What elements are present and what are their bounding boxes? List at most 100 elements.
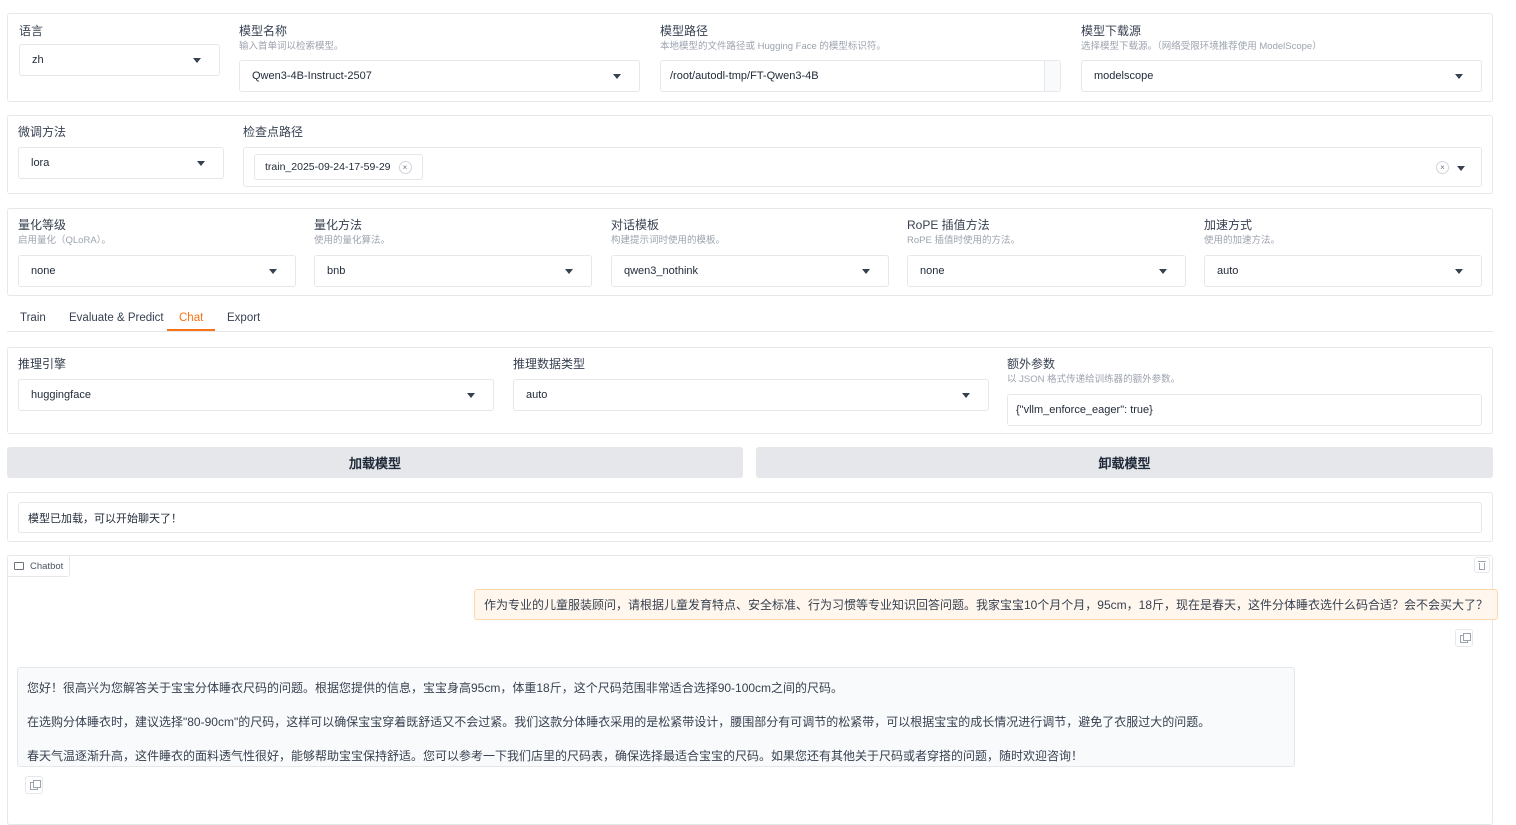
hub-label: 模型下载源 <box>1081 24 1142 38</box>
chevron-down-icon <box>467 393 475 398</box>
checkpoint-chip[interactable]: train_2025-09-24-17-59-29 × <box>254 154 423 180</box>
quant-bit-dropdown[interactable]: none <box>18 255 296 287</box>
booster-field: 加速方式 使用的加速方法。 auto <box>1204 218 1482 287</box>
chevron-down-icon <box>862 269 870 274</box>
rope-label: RoPE 插值方法 <box>907 218 990 232</box>
finetune-method-dropdown[interactable]: lora <box>18 147 224 179</box>
checkpoint-field: 检查点路径 train_2025-09-24-17-59-29 × × <box>243 125 1482 187</box>
quant-bit-value: none <box>31 265 56 277</box>
finetune-method-label: 微调方法 <box>18 125 67 139</box>
unload-model-button[interactable]: 卸载模型 <box>756 447 1493 478</box>
language-field: 语言 zh <box>19 24 220 76</box>
trash-icon[interactable] <box>1474 557 1490 573</box>
chatbot-label: Chatbot <box>30 560 64 572</box>
chatbot-label-badge: Chatbot <box>8 556 71 577</box>
chevron-down-icon <box>197 161 205 166</box>
inference-panel: 推理引擎 huggingface 推理数据类型 auto 额外参数 以 JSON… <box>7 347 1493 434</box>
infer-backend-dropdown[interactable]: huggingface <box>18 379 494 411</box>
status-text: 模型已加载，可以开始聊天了！ <box>28 512 182 525</box>
template-label: 对话模板 <box>611 218 660 232</box>
quant-method-field: 量化方法 使用的量化算法。 bnb <box>314 218 592 287</box>
quant-bit-label: 量化等级 <box>18 218 67 232</box>
chevron-down-icon <box>565 269 573 274</box>
checkpoint-multiselect[interactable]: train_2025-09-24-17-59-29 × × <box>243 147 1482 187</box>
infer-backend-field: 推理引擎 huggingface <box>18 357 494 411</box>
chevron-down-icon <box>1159 269 1167 274</box>
user-message: 作为专业的儿童服装顾问，请根据儿童发育特点、安全标准、行为习惯等专业知识回答问题… <box>473 589 1498 620</box>
quant-method-label: 量化方法 <box>314 218 363 232</box>
infer-dtype-label: 推理数据类型 <box>513 357 586 371</box>
hub-field: 模型下载源 选择模型下载源。（网络受限环境推荐使用 ModelScope） mo… <box>1081 24 1482 92</box>
extra-args-field: 额外参数 以 JSON 格式传递给训练器的额外参数。 {"vllm_enforc… <box>1007 357 1482 426</box>
booster-value: auto <box>1217 265 1239 277</box>
model-name-dropdown[interactable]: Qwen3-4B-Instruct-2507 <box>239 60 640 92</box>
main-tabs: Train Evaluate & Predict Chat Export <box>7 308 1493 332</box>
extra-args-value: {"vllm_enforce_eager": true} <box>1016 404 1153 416</box>
model-path-input[interactable]: /root/autodl-tmp/FT-Qwen3-4B <box>660 60 1061 92</box>
checkpoint-chip-label: train_2025-09-24-17-59-29 <box>265 161 391 173</box>
extra-args-input[interactable]: {"vllm_enforce_eager": true} <box>1007 394 1482 426</box>
clear-all-icon[interactable]: × <box>1436 161 1449 174</box>
model-name-label: 模型名称 <box>239 24 288 38</box>
infer-dtype-dropdown[interactable]: auto <box>513 379 989 411</box>
advanced-panel: 量化等级 启用量化（QLoRA）。 none 量化方法 使用的量化算法。 bnb… <box>7 208 1493 296</box>
tab-chat[interactable]: Chat <box>167 308 216 331</box>
load-model-button[interactable]: 加载模型 <box>7 447 743 478</box>
model-path-value: /root/autodl-tmp/FT-Qwen3-4B <box>670 70 819 82</box>
bot-message: 您好！很高兴为您解答关于宝宝分体睡衣尺码的问题。根据您提供的信息，宝宝身高95c… <box>17 667 1295 767</box>
model-path-scrollbar[interactable] <box>1044 61 1060 91</box>
chevron-down-icon <box>613 74 621 79</box>
model-path-info: 本地模型的文件路径或 Hugging Face 的模型标识符。 <box>660 41 886 52</box>
chevron-down-icon <box>193 58 201 63</box>
tab-train[interactable]: Train <box>20 308 46 330</box>
model-path-label: 模型路径 <box>660 24 709 38</box>
booster-label: 加速方式 <box>1204 218 1253 232</box>
template-field: 对话模板 构建提示词时使用的模板。 qwen3_nothink <box>611 218 889 287</box>
quant-method-value: bnb <box>327 265 346 277</box>
infer-backend-value: huggingface <box>31 389 91 401</box>
bot-message-paragraph: 春天气温逐渐升高，这件睡衣的面料透气性很好，能够帮助宝宝保持舒适。您可以参考一下… <box>27 749 1084 763</box>
bot-message-paragraph: 在选购分体睡衣时，建议选择"80-90cm"的尺码，这样可以确保宝宝穿着既舒适又… <box>27 715 1211 729</box>
quant-method-dropdown[interactable]: bnb <box>314 255 592 287</box>
infer-dtype-field: 推理数据类型 auto <box>513 357 989 411</box>
rope-dropdown[interactable]: none <box>907 255 1186 287</box>
chevron-down-icon <box>1455 74 1463 79</box>
template-value: qwen3_nothink <box>624 265 699 277</box>
infer-dtype-value: auto <box>526 389 548 401</box>
model-name-value: Qwen3-4B-Instruct-2507 <box>252 70 372 82</box>
model-settings-panel: 语言 zh 模型名称 输入首单词以检索模型。 Qwen3-4B-Instruct… <box>7 13 1493 102</box>
model-name-field: 模型名称 输入首单词以检索模型。 Qwen3-4B-Instruct-2507 <box>239 24 640 92</box>
quant-method-info: 使用的量化算法。 <box>314 235 391 246</box>
rope-value: none <box>920 265 945 277</box>
user-message-text: 作为专业的儿童服装顾问，请根据儿童发育特点、安全标准、行为习惯等专业知识回答问题… <box>483 598 1488 612</box>
status-panel: 模型已加载，可以开始聊天了！ <box>7 492 1493 542</box>
checkpoint-label: 检查点路径 <box>243 125 304 139</box>
tab-export[interactable]: Export <box>227 308 260 330</box>
chat-bubble-icon <box>14 562 24 570</box>
remove-chip-icon[interactable]: × <box>398 160 412 174</box>
language-value: zh <box>32 54 44 66</box>
rope-info: RoPE 插值时使用的方法。 <box>907 235 1020 246</box>
chevron-down-icon <box>1457 166 1465 171</box>
hub-info: 选择模型下载源。（网络受限环境推荐使用 ModelScope） <box>1081 41 1322 52</box>
hub-dropdown[interactable]: modelscope <box>1081 60 1482 92</box>
chevron-down-icon <box>1455 269 1463 274</box>
language-dropdown[interactable]: zh <box>19 44 220 76</box>
quant-bit-field: 量化等级 启用量化（QLoRA）。 none <box>18 218 296 287</box>
tab-evaluate-predict[interactable]: Evaluate & Predict <box>69 308 164 330</box>
hub-value: modelscope <box>1094 70 1154 82</box>
template-info: 构建提示词时使用的模板。 <box>611 235 726 246</box>
booster-info: 使用的加速方法。 <box>1204 235 1281 246</box>
status-textbox[interactable]: 模型已加载，可以开始聊天了！ <box>18 502 1482 533</box>
copy-icon[interactable] <box>1455 629 1473 647</box>
quant-bit-info: 启用量化（QLoRA）。 <box>18 235 111 246</box>
extra-args-label: 额外参数 <box>1007 357 1056 371</box>
extra-args-info: 以 JSON 格式传递给训练器的额外参数。 <box>1007 374 1181 385</box>
template-dropdown[interactable]: qwen3_nothink <box>611 255 889 287</box>
chevron-down-icon <box>962 393 970 398</box>
booster-dropdown[interactable]: auto <box>1204 255 1482 287</box>
copy-icon[interactable] <box>25 776 43 794</box>
model-path-field: 模型路径 本地模型的文件路径或 Hugging Face 的模型标识符。 /ro… <box>660 24 1061 92</box>
rope-field: RoPE 插值方法 RoPE 插值时使用的方法。 none <box>907 218 1186 287</box>
finetune-panel: 微调方法 lora 检查点路径 train_2025-09-24-17-59-2… <box>7 115 1493 194</box>
